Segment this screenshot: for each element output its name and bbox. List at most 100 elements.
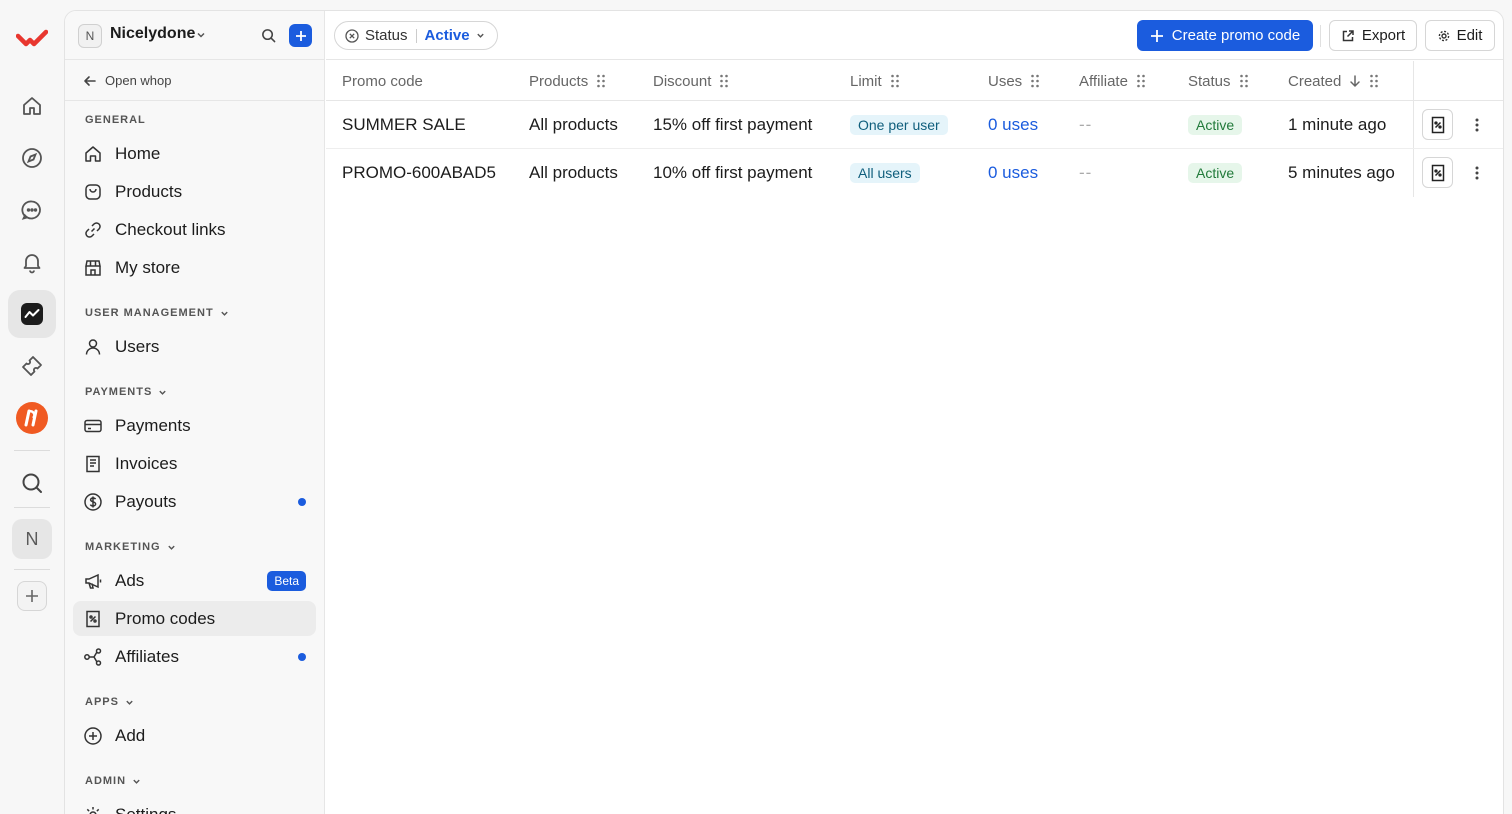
analytics-icon[interactable]: [8, 290, 56, 338]
export-button[interactable]: Export: [1329, 20, 1417, 51]
export-label: Export: [1361, 27, 1406, 44]
section-payments-label: PAYMENTS: [85, 386, 153, 398]
sidebar-item-users[interactable]: Users: [73, 329, 316, 364]
section-general: GENERAL: [85, 114, 146, 126]
status-cell: Active: [1188, 101, 1243, 149]
column-uses[interactable]: Uses: [988, 61, 1040, 101]
affiliate-cell: --: [1079, 115, 1093, 134]
limit-cell: All users: [850, 149, 920, 197]
bell-icon[interactable]: [8, 238, 56, 286]
home-icon[interactable]: [8, 82, 56, 130]
uses-link[interactable]: 0 uses: [988, 149, 1038, 197]
arrow-down-icon[interactable]: [1349, 74, 1361, 88]
edit-button[interactable]: Edit: [1425, 20, 1495, 51]
puzzle-icon[interactable]: [8, 342, 56, 390]
column-affiliate[interactable]: Affiliate: [1079, 61, 1146, 101]
section-admin[interactable]: ADMIN: [85, 775, 141, 787]
chevron-down-icon[interactable]: [196, 30, 206, 40]
drag-handle-icon[interactable]: [719, 74, 729, 88]
open-whop-link[interactable]: Open whop: [65, 61, 325, 101]
promo-code-cell: SUMMER SALE: [342, 115, 466, 134]
section-admin-label: ADMIN: [85, 775, 127, 787]
filter-label: Status: [365, 27, 408, 44]
column-limit[interactable]: Limit: [850, 61, 900, 101]
column-created[interactable]: Created: [1288, 61, 1379, 101]
sidebar-item-label: Checkout links: [115, 219, 226, 239]
column-promo-code[interactable]: Promo code: [342, 61, 423, 101]
sidebar-item-products[interactable]: Products: [73, 174, 316, 209]
view-promo-button[interactable]: [1422, 109, 1453, 140]
sidebar-item-promo-codes[interactable]: Promo codes: [73, 601, 316, 636]
drag-handle-icon[interactable]: [890, 74, 900, 88]
chevron-down-icon: [476, 33, 484, 38]
column-discount[interactable]: Discount: [653, 61, 729, 101]
column-products[interactable]: Products: [529, 61, 606, 101]
add-workspace-button[interactable]: [17, 581, 47, 611]
sidebar-item-invoices[interactable]: Invoices: [73, 446, 316, 481]
arrow-left-icon: [84, 75, 96, 86]
column-status[interactable]: Status: [1188, 61, 1249, 101]
drag-handle-icon[interactable]: [1369, 74, 1379, 88]
search-icon[interactable]: [261, 28, 276, 43]
sidebar-item-home[interactable]: Home: [73, 136, 316, 171]
status-filter-chip[interactable]: Status Active: [334, 21, 498, 50]
org-avatar[interactable]: N: [78, 24, 102, 48]
sidebar-item-ads[interactable]: Ads Beta: [73, 563, 316, 598]
content-area: Status Active Create promo code Export E…: [326, 11, 1503, 814]
create-promo-code-button[interactable]: Create promo code: [1137, 20, 1313, 51]
sidebar-item-checkout-links[interactable]: Checkout links: [73, 212, 316, 247]
column-label: Status: [1188, 72, 1231, 90]
sidebar-item-payments[interactable]: Payments: [73, 408, 316, 443]
section-user-management[interactable]: USER MANAGEMENT: [85, 307, 229, 319]
store-icon: [85, 259, 101, 276]
plus-icon: [1150, 29, 1163, 42]
drag-handle-icon[interactable]: [1136, 74, 1146, 88]
toolbar-divider: [1320, 25, 1321, 47]
whop-logo-icon[interactable]: [16, 28, 48, 52]
close-circle-icon[interactable]: [345, 28, 359, 43]
drag-handle-icon[interactable]: [1030, 74, 1040, 88]
sidebar-item-label: Ads: [115, 570, 145, 590]
table-row[interactable]: PROMO-600ABAD5 All products 10% off firs…: [326, 149, 1503, 197]
view-promo-button[interactable]: [1422, 157, 1453, 188]
sidebar-item-settings[interactable]: Settings: [73, 797, 316, 814]
created-cell: 5 minutes ago: [1288, 163, 1395, 182]
org-name[interactable]: Nicelydone: [110, 25, 195, 43]
workspace-avatar[interactable]: N: [12, 519, 52, 559]
create-button[interactable]: [289, 24, 312, 47]
chat-icon[interactable]: [8, 186, 56, 234]
more-vertical-icon[interactable]: [1473, 117, 1481, 133]
dollar-circle-icon: [84, 492, 102, 511]
section-marketing[interactable]: MARKETING: [85, 541, 176, 553]
gear-icon: [1438, 30, 1449, 41]
plus-icon: [295, 30, 306, 41]
section-apps[interactable]: APPS: [85, 696, 134, 708]
sidebar-item-label: Invoices: [115, 453, 178, 473]
sidebar-item-label: Payments: [115, 415, 191, 435]
section-payments[interactable]: PAYMENTS: [85, 386, 167, 398]
app-logo-icon[interactable]: [8, 394, 56, 442]
credit-card-icon: [84, 419, 102, 432]
home-icon: [85, 145, 101, 162]
sidebar-item-affiliates[interactable]: Affiliates: [73, 639, 316, 674]
filter-separator: [415, 28, 417, 43]
drag-handle-icon[interactable]: [596, 74, 606, 88]
promo-code-icon: [86, 610, 100, 627]
status-badge: Active: [1188, 115, 1243, 135]
more-vertical-icon[interactable]: [1473, 165, 1481, 181]
promo-code-icon: [1431, 164, 1444, 181]
sidebar-item-payouts[interactable]: Payouts: [73, 484, 316, 519]
sidebar-header: N Nicelydone: [65, 11, 325, 60]
drag-handle-icon[interactable]: [1239, 74, 1249, 88]
megaphone-icon: [85, 573, 102, 589]
column-label: Discount: [653, 72, 712, 90]
uses-link[interactable]: 0 uses: [988, 101, 1038, 149]
sidebar-item-add[interactable]: Add: [73, 718, 316, 753]
sidebar-item-my-store[interactable]: My store: [73, 250, 316, 285]
section-general-label: GENERAL: [85, 114, 146, 126]
chevron-down-icon: [133, 779, 140, 784]
table-row[interactable]: SUMMER SALE All products 15% off first p…: [326, 101, 1503, 149]
search-icon[interactable]: [8, 459, 56, 507]
compass-icon[interactable]: [8, 134, 56, 182]
chevron-down-icon: [220, 311, 228, 316]
